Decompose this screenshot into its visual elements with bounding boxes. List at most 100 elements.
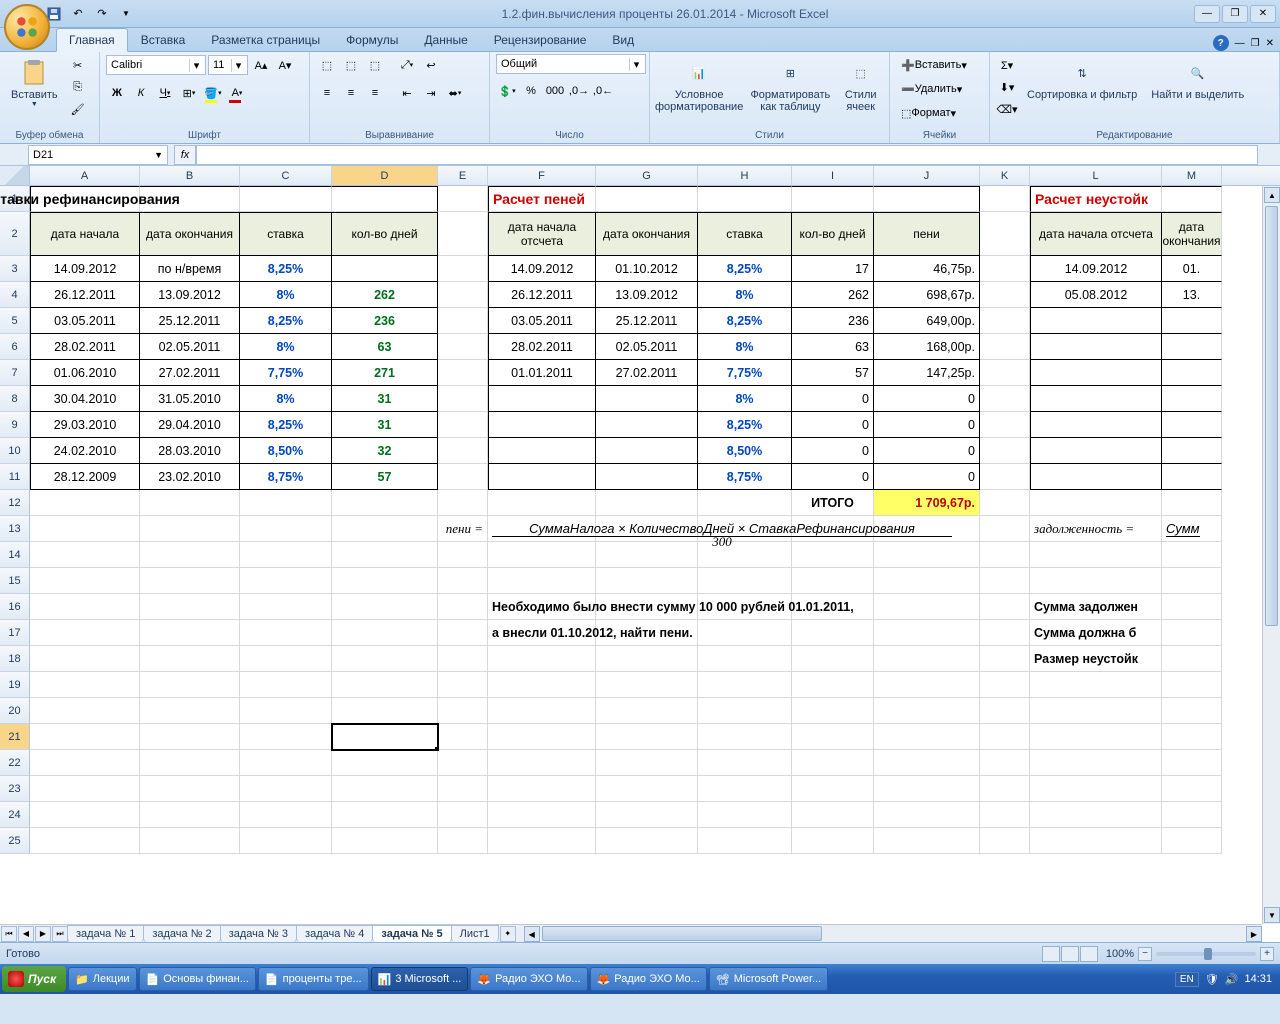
zoom-out-button[interactable]: −: [1138, 947, 1152, 961]
cell[interactable]: [980, 620, 1030, 646]
bold-button[interactable]: Ж: [106, 82, 128, 104]
cell[interactable]: [1030, 412, 1162, 438]
cell[interactable]: [240, 698, 332, 724]
cell[interactable]: [30, 776, 140, 802]
cell[interactable]: [30, 672, 140, 698]
cell[interactable]: [140, 646, 240, 672]
cell[interactable]: [332, 802, 438, 828]
view-break-icon[interactable]: [1080, 946, 1098, 962]
cell[interactable]: [1162, 724, 1222, 750]
cell[interactable]: [140, 516, 240, 542]
cell[interactable]: дата окончания: [140, 212, 240, 256]
cell[interactable]: [438, 256, 488, 282]
cell[interactable]: кол-во дней: [332, 212, 438, 256]
cell[interactable]: [438, 672, 488, 698]
cell[interactable]: [874, 828, 980, 854]
format-table-button[interactable]: ⊞Форматировать как таблицу: [746, 54, 834, 116]
cell[interactable]: 01.06.2010: [30, 360, 140, 386]
cell[interactable]: [488, 776, 596, 802]
cell[interactable]: [1162, 438, 1222, 464]
cell[interactable]: [438, 828, 488, 854]
cell[interactable]: 01.10.2012: [596, 256, 698, 282]
scroll-up-icon[interactable]: ▲: [1264, 187, 1280, 203]
tab-insert[interactable]: Вставка: [128, 28, 199, 51]
zoom-in-button[interactable]: +: [1260, 947, 1274, 961]
cell[interactable]: [1030, 750, 1162, 776]
cell[interactable]: [874, 186, 980, 212]
cell[interactable]: 0: [792, 412, 874, 438]
cell[interactable]: 30.04.2010: [30, 386, 140, 412]
cell[interactable]: [792, 186, 874, 212]
cell[interactable]: [488, 386, 596, 412]
cell[interactable]: [1162, 828, 1222, 854]
cell[interactable]: [438, 776, 488, 802]
copy-icon[interactable]: ⎘: [67, 76, 89, 98]
cell[interactable]: [240, 594, 332, 620]
fill-color-button[interactable]: 🪣▾: [202, 82, 224, 104]
task-item[interactable]: 📄 проценты тре...: [258, 967, 369, 991]
comma-icon[interactable]: 000: [544, 80, 566, 102]
cell[interactable]: [438, 646, 488, 672]
cell[interactable]: 29.04.2010: [140, 412, 240, 438]
row-header[interactable]: 11: [0, 464, 30, 490]
minimize-button[interactable]: —: [1194, 5, 1220, 23]
cell[interactable]: 31: [332, 386, 438, 412]
row-header[interactable]: 16: [0, 594, 30, 620]
cell[interactable]: [438, 568, 488, 594]
cell[interactable]: [596, 724, 698, 750]
cell[interactable]: [332, 646, 438, 672]
cell[interactable]: 28.03.2010: [140, 438, 240, 464]
cell[interactable]: [488, 672, 596, 698]
cell[interactable]: [1162, 672, 1222, 698]
cell[interactable]: [438, 412, 488, 438]
office-button[interactable]: [4, 4, 50, 50]
col-header[interactable]: F: [488, 166, 596, 185]
cell[interactable]: Сумма задолжен: [1030, 594, 1162, 620]
cell[interactable]: [240, 620, 332, 646]
sheet-nav-first[interactable]: ⏮: [1, 926, 17, 942]
cell[interactable]: [874, 750, 980, 776]
col-header[interactable]: C: [240, 166, 332, 185]
cell[interactable]: [1162, 776, 1222, 802]
cell[interactable]: [1030, 490, 1162, 516]
help-icon[interactable]: ?: [1213, 35, 1229, 51]
cell[interactable]: [1030, 802, 1162, 828]
cell[interactable]: [30, 568, 140, 594]
cell[interactable]: [874, 802, 980, 828]
cell[interactable]: [332, 594, 438, 620]
cell[interactable]: [1162, 186, 1222, 212]
cell[interactable]: [874, 646, 980, 672]
grow-font-icon[interactable]: A▴: [250, 54, 272, 76]
cell[interactable]: [240, 516, 332, 542]
cell[interactable]: [332, 568, 438, 594]
cell[interactable]: 57: [792, 360, 874, 386]
cell[interactable]: [980, 672, 1030, 698]
cell[interactable]: 0: [874, 438, 980, 464]
cell[interactable]: [874, 698, 980, 724]
tab-view[interactable]: Вид: [599, 28, 647, 51]
cell[interactable]: [438, 360, 488, 386]
cell[interactable]: [438, 620, 488, 646]
cell[interactable]: [1162, 802, 1222, 828]
cut-icon[interactable]: ✂: [67, 54, 89, 76]
cell[interactable]: 0: [792, 464, 874, 490]
cell[interactable]: [332, 490, 438, 516]
col-header[interactable]: B: [140, 166, 240, 185]
cell[interactable]: 63: [792, 334, 874, 360]
cell[interactable]: [698, 724, 792, 750]
cell[interactable]: [1162, 750, 1222, 776]
cell[interactable]: дата окончания: [596, 212, 698, 256]
cell[interactable]: [698, 646, 792, 672]
cell[interactable]: [698, 776, 792, 802]
align-top-icon[interactable]: ⬚: [316, 54, 338, 76]
sheet-nav-next[interactable]: ▶: [35, 926, 51, 942]
cell[interactable]: 63: [332, 334, 438, 360]
hscroll-thumb[interactable]: [542, 926, 822, 941]
tab-formulas[interactable]: Формулы: [333, 28, 411, 51]
cell[interactable]: [488, 412, 596, 438]
task-item[interactable]: 📊 3 Microsoft ...: [371, 967, 469, 991]
cell[interactable]: 168,00р.: [874, 334, 980, 360]
cell[interactable]: [1162, 412, 1222, 438]
cell[interactable]: 25.12.2011: [596, 308, 698, 334]
dec-decimal-icon[interactable]: ,0←: [592, 80, 614, 102]
